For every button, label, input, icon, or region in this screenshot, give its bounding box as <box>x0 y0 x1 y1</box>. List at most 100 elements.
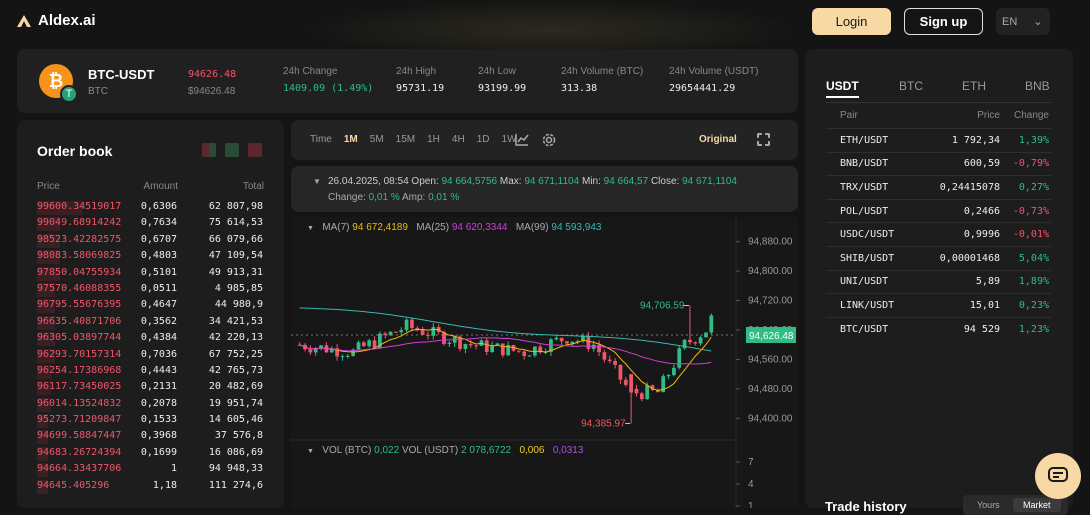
order-book-row[interactable]: 99600.34519017 0,6306 62 807,98 <box>17 201 284 217</box>
language-select[interactable]: EN ⌄ <box>996 8 1050 35</box>
order-amount: 1 <box>170 463 177 475</box>
brand-logo[interactable]: Aldex.ai <box>16 12 96 29</box>
max-value: 94 671,1104 <box>524 176 580 187</box>
ticker-symbol[interactable]: BTC-USDT <box>88 67 154 82</box>
price-tick-label: 94,880.00 <box>748 237 793 248</box>
market-row[interactable]: TRX/USDT 0,24415078 0,27% <box>826 175 1051 199</box>
ma-legend: ▼ MA(7) 94 672,4189 MA(25) 94 620,3344 M… <box>307 222 601 233</box>
candle-body <box>522 351 527 357</box>
order-amount: 0,3562 <box>140 315 177 327</box>
vol-ma1-value: 0,006 <box>519 445 545 456</box>
stat-label: 24h Volume (BTC) <box>561 66 644 77</box>
settings-icon[interactable] <box>542 133 556 147</box>
candle-body <box>516 350 521 352</box>
candle-body <box>308 349 313 353</box>
order-book-row[interactable]: 99049.68914242 0,7634 75 614,53 <box>17 217 284 233</box>
chart-type-icon[interactable] <box>515 133 529 146</box>
interval-tab[interactable]: 4H <box>452 134 465 145</box>
login-button[interactable]: Login <box>812 8 891 35</box>
candle-body <box>602 352 607 360</box>
order-book-row[interactable]: 94699.58847447 0,3968 37 576,8 <box>17 430 284 446</box>
market-row[interactable]: BTC/USDT 94 529 1,23% <box>826 316 1051 341</box>
tab-usdt[interactable]: USDT <box>826 79 859 98</box>
candle-date: 26.04.2025, 08:54 <box>328 176 409 187</box>
tab-bnb[interactable]: BNB <box>1025 79 1050 93</box>
candle-body <box>399 330 404 333</box>
order-price: 97570.46088355 <box>37 282 122 294</box>
candle-body <box>666 375 671 377</box>
markets-panel: USDT BTC ETH BNB Pair Price Change ETH/U… <box>805 49 1073 515</box>
interval-tabs: Time 1M 5M 15M 1H 4H 1D 1W <box>310 134 517 145</box>
interval-tab[interactable]: 1M <box>344 134 358 145</box>
order-book-row[interactable]: 98083.58069825 0,4803 47 109,54 <box>17 250 284 266</box>
market-row[interactable]: USDC/USDT 0,9996 -0,01% <box>826 222 1051 246</box>
market-row[interactable]: ETH/USDT 1 792,34 1,39% <box>826 128 1051 152</box>
interval-tab[interactable]: 1D <box>477 134 490 145</box>
order-book-row[interactable]: 96293.70157314 0,7036 67 752,25 <box>17 348 284 365</box>
sell-view-icon[interactable] <box>248 143 262 157</box>
col-change: Change <box>1013 110 1049 121</box>
order-book-row[interactable]: 96635.40871706 0,3562 34 421,53 <box>17 315 284 332</box>
chat-support-button[interactable] <box>1035 453 1081 499</box>
order-book-row[interactable]: 94645.405296 1,18 111 274,6 <box>17 479 284 496</box>
volume-collapse-icon[interactable]: ▼ <box>307 448 314 455</box>
fullscreen-icon[interactable] <box>757 133 770 146</box>
tab-btc[interactable]: BTC <box>899 79 923 93</box>
order-book-row[interactable]: 96014.13524832 0,2078 19 951,74 <box>17 397 284 414</box>
market-row[interactable]: SHIB/USDT 0,00001468 5,04% <box>826 245 1051 270</box>
interval-tab[interactable]: 5M <box>370 134 384 145</box>
market-change: -0,73% <box>1012 205 1049 217</box>
order-book-row[interactable]: 96254.17386968 0,4443 42 765,73 <box>17 364 284 381</box>
order-total: 67 752,25 <box>208 348 263 360</box>
collapse-icon[interactable]: ▼ <box>313 177 321 186</box>
col-amount: Amount <box>143 181 178 192</box>
market-price: 0,9996 <box>963 229 1000 241</box>
original-view-button[interactable]: Original <box>699 134 737 145</box>
interval-tab[interactable]: Time <box>310 134 332 145</box>
order-book-row[interactable]: 94664.33437706 1 94 948,33 <box>17 463 284 479</box>
market-row[interactable]: POL/USDT 0,2466 -0,73% <box>826 198 1051 223</box>
candle-body <box>372 340 377 348</box>
both-sides-view-icon[interactable] <box>202 143 216 157</box>
market-change: -0,79% <box>1012 158 1049 170</box>
order-amount: 0,6707 <box>140 233 177 245</box>
order-amount: 0,4647 <box>140 299 177 311</box>
order-amount: 0,0511 <box>140 282 177 294</box>
order-amount: 0,4443 <box>140 364 177 376</box>
price-chart[interactable]: 94,880.0094,800.0094,720.0094,640.0094,5… <box>291 217 798 512</box>
order-book-row[interactable]: 96795.55676395 0,4647 44 980,9 <box>17 299 284 315</box>
order-book-row[interactable]: 98523.42282575 0,6707 66 079,66 <box>17 233 284 250</box>
order-book-row[interactable]: 96117.73450025 0,2131 20 482,69 <box>17 381 284 397</box>
stat-label: 24h High <box>396 66 437 77</box>
order-book-row[interactable]: 97850.04755934 0,5101 49 913,31 <box>17 266 284 283</box>
market-row[interactable]: BNB/USDT 600,59 -0,79% <box>826 151 1051 176</box>
signup-button[interactable]: Sign up <box>904 8 983 35</box>
price-chart-svg[interactable]: 94,880.0094,800.0094,720.0094,640.0094,5… <box>291 217 798 512</box>
order-book-row[interactable]: 96305.03897744 0,4384 42 220,13 <box>17 332 284 348</box>
ma-collapse-icon[interactable]: ▼ <box>307 225 314 232</box>
buy-view-icon[interactable] <box>225 143 239 157</box>
low-price-label: 94,385.97 <box>581 418 626 429</box>
order-price: 94664.33437706 <box>37 463 122 475</box>
order-total: 19 951,74 <box>208 397 263 409</box>
tab-yours[interactable]: Yours <box>977 500 1000 510</box>
order-book-row[interactable]: 95273.71209847 0,1533 14 605,46 <box>17 414 284 430</box>
market-row[interactable]: LINK/USDT 15,01 0,23% <box>826 293 1051 317</box>
interval-tab[interactable]: 1H <box>427 134 440 145</box>
order-price: 96305.03897744 <box>37 332 122 344</box>
price-tick-label: 94,800.00 <box>748 266 793 277</box>
stat-24h-volume-btc: 24h Volume (BTC) 313.38 <box>561 66 643 94</box>
order-book-row[interactable]: 97570.46088355 0,0511 4 985,85 <box>17 282 284 299</box>
market-change: 5,04% <box>1018 252 1049 264</box>
stat-24h-high: 24h High 95731.19 <box>396 66 444 94</box>
order-book-row[interactable]: 94683.26724394 0,1699 16 086,69 <box>17 446 284 463</box>
market-row[interactable]: UNI/USDT 5,89 1,89% <box>826 269 1051 294</box>
market-pair: USDC/USDT <box>840 229 895 241</box>
stat-24h-change: 24h Change 1409.09 (1.49%) <box>283 66 373 94</box>
market-pair: SHIB/USDT <box>840 252 895 264</box>
tab-eth[interactable]: ETH <box>962 79 986 93</box>
interval-tab[interactable]: 15M <box>396 134 415 145</box>
order-total: 42 765,73 <box>208 364 263 376</box>
tab-market[interactable]: Market <box>1013 498 1061 512</box>
stat-label: 24h Change <box>283 66 338 77</box>
